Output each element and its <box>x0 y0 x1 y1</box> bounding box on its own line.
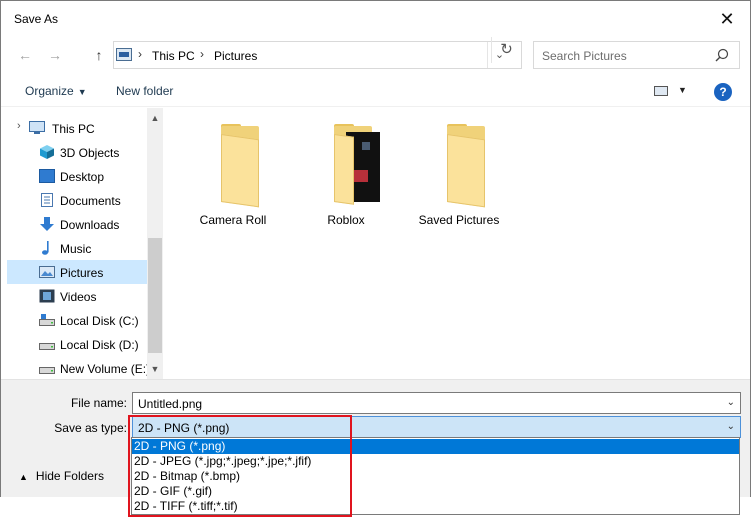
sidebar-item-label: Local Disk (D:) <box>60 338 139 352</box>
sidebar-item-new-volume-e[interactable]: New Volume (E:) <box>7 356 151 380</box>
cube-icon <box>40 145 54 159</box>
sidebar-item-3d-objects[interactable]: 3D Objects <box>7 140 147 164</box>
sidebar-item-label: Desktop <box>60 170 105 184</box>
sidebar-item-label: This PC <box>52 122 95 136</box>
sidebar-item-local-disk-d[interactable]: Local Disk (D:) <box>7 332 147 356</box>
address-bar[interactable]: › This PC › Pictures ⌄ <box>113 41 522 69</box>
scrollbar-thumb[interactable] <box>148 238 162 353</box>
sidebar-item-music[interactable]: Music <box>7 236 147 260</box>
folder-icon <box>433 124 485 208</box>
command-toolbar: Organize ▼ New folder ▼ ? <box>1 75 750 107</box>
folder-label: Camera Roll <box>199 213 267 227</box>
sidebar-item-label: 3D Objects <box>60 146 120 160</box>
drive-icon <box>39 314 55 326</box>
chevron-up-icon: ▲ <box>19 472 28 482</box>
folder-icon <box>207 124 259 208</box>
title-bar: Save As ✕ <box>1 1 750 37</box>
sidebar-item-label: Local Disk (C:) <box>60 314 139 328</box>
folder-icon <box>320 124 380 205</box>
sidebar-item-this-pc[interactable]: › This PC <box>7 116 147 140</box>
save-as-dialog: Save As ✕ ← → ↑ › This PC › Pictures ⌄ ↻… <box>0 0 751 497</box>
sidebar-item-pictures[interactable]: Pictures <box>7 260 147 284</box>
annotation-highlight-box <box>128 415 352 517</box>
chevron-down-icon[interactable]: ⌄ <box>727 421 735 432</box>
music-note-icon <box>42 241 49 255</box>
sidebar-item-videos[interactable]: Videos <box>7 284 147 308</box>
sidebar-scrollbar[interactable]: ▲ ▼ <box>147 108 163 379</box>
document-icon <box>41 193 53 207</box>
up-arrow-icon[interactable]: ↑ <box>87 45 111 65</box>
chevron-down-icon[interactable]: › <box>17 120 21 132</box>
pictures-icon <box>39 266 55 278</box>
file-list: Camera Roll Roblox Saved Pictures <box>163 108 750 379</box>
window-title: Save As <box>14 12 59 26</box>
sidebar-item-downloads[interactable]: Downloads <box>7 212 147 236</box>
chevron-right-icon[interactable]: › <box>200 47 204 61</box>
scroll-down-icon[interactable]: ▼ <box>147 361 163 377</box>
sidebar-item-local-disk-c[interactable]: Local Disk (C:) <box>7 308 147 332</box>
file-name-field[interactable]: Untitled.png ⌄ <box>132 392 741 414</box>
navigation-bar: ← → ↑ › This PC › Pictures ⌄ ↻ Search Pi… <box>1 37 750 73</box>
file-name-value: Untitled.png <box>138 397 203 411</box>
hide-folders-label: Hide Folders <box>35 469 104 483</box>
breadcrumb-pictures[interactable]: Pictures <box>214 49 257 63</box>
folder-saved-pictures[interactable]: Saved Pictures <box>409 124 509 234</box>
sidebar-item-label: Documents <box>60 194 121 208</box>
download-icon <box>40 217 54 231</box>
refresh-icon[interactable]: ↻ <box>491 37 521 63</box>
sidebar-item-label: Videos <box>60 290 97 304</box>
sidebar-item-label: Pictures <box>60 266 104 280</box>
file-name-label: File name: <box>70 396 127 410</box>
sidebar-item-label: New Volume (E:) <box>60 362 151 376</box>
close-icon[interactable]: ✕ <box>704 1 750 37</box>
folder-roblox[interactable]: Roblox <box>296 124 396 234</box>
chevron-right-icon[interactable]: › <box>138 47 142 61</box>
view-options-icon[interactable] <box>654 86 668 96</box>
save-type-label: Save as type: <box>54 421 127 435</box>
computer-icon <box>29 121 45 134</box>
navigation-pane: › This PC 3D Objects Desktop Documents D… <box>1 108 163 379</box>
back-arrow-icon[interactable]: ← <box>13 45 37 65</box>
computer-icon <box>116 48 132 61</box>
sidebar-item-label: Music <box>60 242 92 256</box>
breadcrumb-this-pc[interactable]: This PC <box>152 49 195 63</box>
drive-icon <box>39 343 55 350</box>
new-folder-button[interactable]: New folder <box>116 84 173 98</box>
folder-label: Saved Pictures <box>418 213 500 227</box>
desktop-icon <box>39 169 55 183</box>
sidebar-item-label: Downloads <box>60 218 120 232</box>
caret-down-icon: ▼ <box>77 87 87 97</box>
folder-label: Roblox <box>327 213 365 227</box>
sidebar-item-documents[interactable]: Documents <box>7 188 147 212</box>
sidebar-item-desktop[interactable]: Desktop <box>7 164 147 188</box>
drive-icon <box>39 367 55 374</box>
organize-label: Organize <box>25 84 74 98</box>
film-icon <box>39 289 55 303</box>
search-placeholder: Search Pictures <box>542 49 627 63</box>
organize-button[interactable]: Organize ▼ <box>25 84 87 98</box>
hide-folders-button[interactable]: ▲ Hide Folders <box>19 469 104 483</box>
folder-camera-roll[interactable]: Camera Roll <box>183 124 283 234</box>
help-icon[interactable]: ? <box>714 83 732 101</box>
scroll-up-icon[interactable]: ▲ <box>147 110 163 126</box>
forward-arrow-icon[interactable]: → <box>43 45 67 65</box>
search-icon <box>715 48 729 62</box>
caret-down-icon[interactable]: ▼ <box>678 85 687 95</box>
search-input[interactable]: Search Pictures <box>533 41 740 69</box>
chevron-down-icon[interactable]: ⌄ <box>727 397 735 408</box>
